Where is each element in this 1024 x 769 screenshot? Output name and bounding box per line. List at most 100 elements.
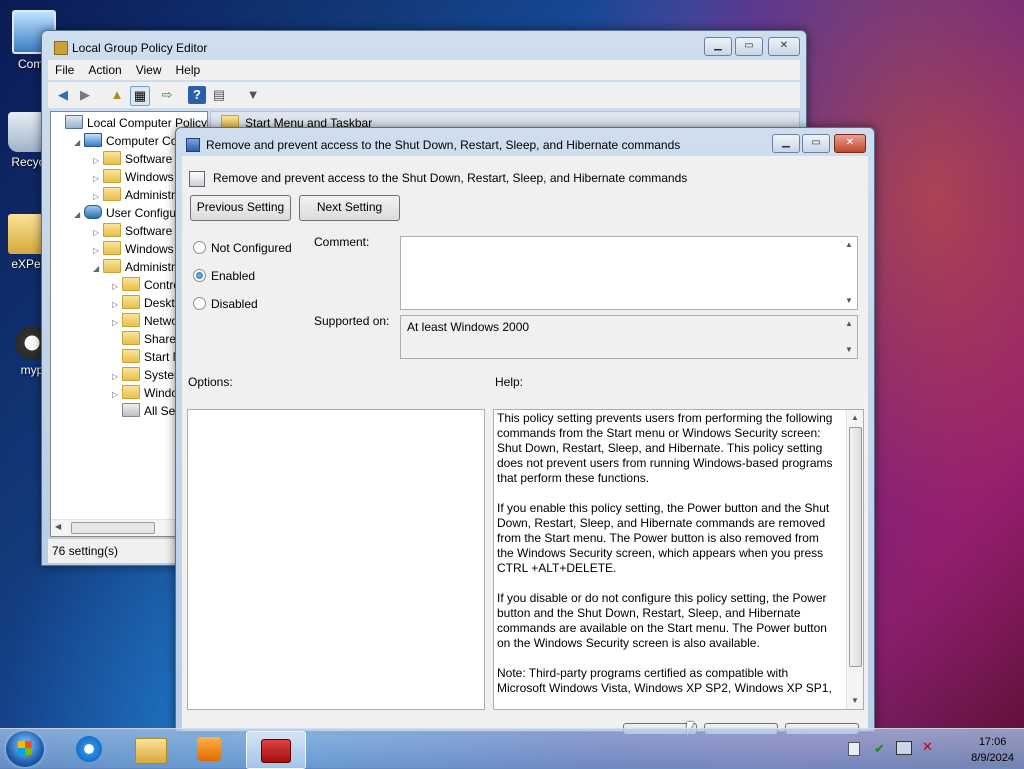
taskbar-internet-explorer[interactable] xyxy=(64,731,116,767)
gpedit-app-icon xyxy=(54,41,68,55)
folder-icon xyxy=(103,187,121,201)
scroll-thumb[interactable] xyxy=(849,427,862,667)
filter-icon[interactable]: ▼ xyxy=(244,86,262,104)
toolbox-icon xyxy=(261,739,291,763)
policy-heading: Remove and prevent access to the Shut Do… xyxy=(213,171,688,185)
folder-icon xyxy=(135,738,167,764)
scroll-up-icon[interactable]: ▲ xyxy=(841,237,857,253)
policy-icon xyxy=(189,171,205,187)
expand-arrow-icon[interactable]: ◢ xyxy=(93,260,103,278)
folder-icon xyxy=(122,331,140,345)
taskbar-file-explorer[interactable] xyxy=(124,731,176,767)
previous-setting-label: Previous Setting xyxy=(196,200,285,214)
next-setting-button[interactable]: Next Setting xyxy=(299,195,400,221)
scroll-down-icon[interactable]: ▼ xyxy=(847,693,863,709)
folder-icon xyxy=(103,169,121,183)
tree-item[interactable]: ◢ Computer Conf xyxy=(74,132,187,150)
help-icon[interactable]: ? xyxy=(188,86,206,104)
radio-label: Disabled xyxy=(211,297,258,311)
system-tray: ✔ ✕ 17:06 8/9/2024 xyxy=(824,729,1024,769)
scroll-left-icon[interactable]: ◀ xyxy=(55,522,61,531)
window-title: Local Group Policy Editor xyxy=(72,41,208,55)
clock[interactable]: 17:06 8/9/2024 xyxy=(971,734,1014,766)
maximize-button[interactable]: ▭ xyxy=(735,37,763,56)
dialog-title: Remove and prevent access to the Shut Do… xyxy=(206,138,681,152)
computer-icon xyxy=(84,133,102,147)
help-paragraph: This policy setting prevents users from … xyxy=(497,411,833,485)
help-label: Help: xyxy=(495,375,524,389)
radio-enabled[interactable]: Enabled xyxy=(193,268,255,284)
scroll-thumb[interactable] xyxy=(71,522,155,534)
options-label: Options: xyxy=(188,375,233,389)
security-check-icon[interactable]: ✔ xyxy=(874,741,885,757)
scroll-down-icon[interactable]: ▼ xyxy=(841,342,857,358)
export-list-icon[interactable]: ⇨ xyxy=(158,86,176,104)
desktop-icon-label: myp xyxy=(20,363,44,377)
radio-label: Not Configured xyxy=(211,241,292,255)
menu-help[interactable]: Help xyxy=(169,60,208,80)
up-folder-icon[interactable]: ▲ xyxy=(108,86,126,104)
supported-on-field: At least Windows 2000 ▲ ▼ xyxy=(400,315,858,359)
next-setting-label: Next Setting xyxy=(316,200,383,214)
menu-view[interactable]: View xyxy=(129,60,169,80)
close-button[interactable]: ✕ xyxy=(834,134,866,153)
tree-item[interactable]: ▷ System xyxy=(112,366,184,384)
radio-disabled[interactable]: Disabled xyxy=(193,296,258,312)
properties-icon[interactable]: ▤ xyxy=(210,86,228,104)
folder-icon xyxy=(122,277,140,291)
show-tree-icon[interactable]: ▦ xyxy=(130,86,150,106)
clock-time: 17:06 xyxy=(978,736,1007,748)
help-paragraph: If you enable this policy setting, the P… xyxy=(497,501,830,575)
help-paragraph: Note: Third-party programs certified as … xyxy=(497,666,832,695)
network-icon[interactable] xyxy=(896,741,912,755)
tree-item[interactable]: ◢ User Configurat xyxy=(74,204,190,222)
menu-file[interactable]: File xyxy=(48,60,81,80)
volume-muted-icon[interactable]: ✕ xyxy=(922,739,933,755)
tree-item[interactable]: ▷ Control xyxy=(112,276,183,294)
toolbar: ◀ ▶ ▲ ▦ ⇨ ? ▤ ▼ xyxy=(48,81,800,108)
comment-scrollbar[interactable]: ▲ ▼ xyxy=(841,237,857,309)
folder-icon xyxy=(122,349,140,363)
folder-icon xyxy=(103,151,121,165)
folder-icon xyxy=(103,223,121,237)
scroll-up-icon[interactable]: ▲ xyxy=(847,410,863,426)
radio-not-configured[interactable]: Not Configured xyxy=(193,240,292,256)
supported-scrollbar[interactable]: ▲ ▼ xyxy=(841,316,857,358)
expand-arrow-icon[interactable]: ◢ xyxy=(74,134,84,152)
maximize-button[interactable]: ▭ xyxy=(802,134,830,153)
start-button[interactable] xyxy=(6,731,44,767)
taskbar-media-player[interactable] xyxy=(184,731,236,767)
folder-icon xyxy=(122,385,140,399)
forward-arrow-icon[interactable]: ▶ xyxy=(76,86,94,104)
comment-field[interactable]: ▲ ▼ xyxy=(400,236,858,310)
radio-dot xyxy=(193,241,206,254)
scroll-up-icon[interactable]: ▲ xyxy=(841,316,857,332)
comment-label: Comment: xyxy=(314,235,370,249)
action-center-icon[interactable] xyxy=(848,742,860,756)
scroll-down-icon[interactable]: ▼ xyxy=(841,293,857,309)
folder-icon xyxy=(122,313,140,327)
expand-arrow-icon[interactable]: ◢ xyxy=(74,206,84,224)
tree-item[interactable]: ▷ Administrat xyxy=(93,186,185,204)
folder-icon xyxy=(103,259,121,273)
desktop-icon-label: eXPer xyxy=(11,257,45,271)
taskbar-group-policy[interactable] xyxy=(246,731,306,769)
radio-dot xyxy=(193,297,206,310)
help-scrollbar[interactable]: ▲ ▼ xyxy=(846,410,863,709)
back-arrow-icon[interactable]: ◀ xyxy=(54,86,72,104)
radio-label: Enabled xyxy=(211,269,256,283)
previous-setting-button[interactable]: Previous Setting xyxy=(190,195,291,221)
minimize-button[interactable]: ▁ xyxy=(704,37,732,56)
minimize-button[interactable]: ▁ xyxy=(772,134,800,153)
menu-action[interactable]: Action xyxy=(81,60,128,80)
user-icon xyxy=(84,205,102,219)
close-button[interactable]: ✕ xyxy=(768,37,800,56)
internet-explorer-icon xyxy=(76,736,102,762)
help-text: This policy setting prevents users from … xyxy=(497,411,835,711)
folder-icon xyxy=(122,295,140,309)
options-pane xyxy=(187,409,485,710)
tree-item[interactable]: ◢ Administrat xyxy=(93,258,185,276)
supported-on-value: At least Windows 2000 xyxy=(407,320,530,334)
policy-setting-icon xyxy=(186,138,200,152)
policy-icon xyxy=(65,115,83,129)
